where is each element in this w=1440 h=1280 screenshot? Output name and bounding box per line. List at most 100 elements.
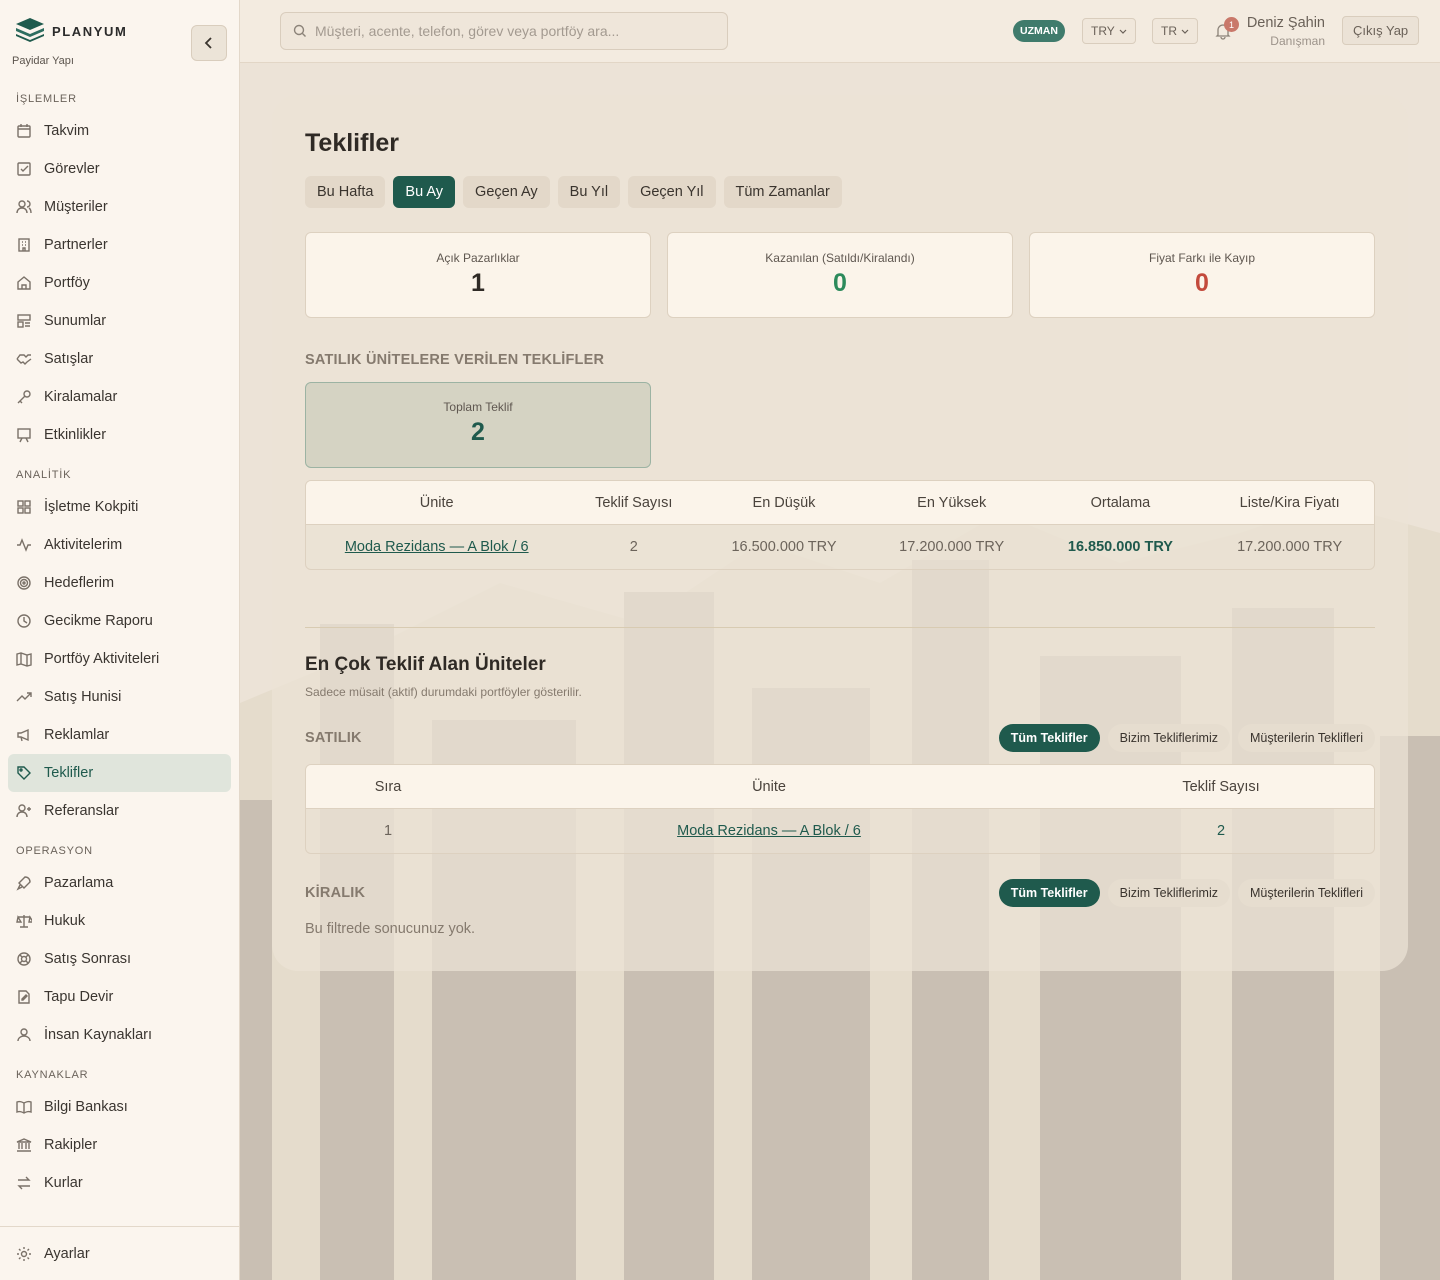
sidebar-item-sunumlar[interactable]: Sunumlar xyxy=(8,302,231,340)
chevron-down-icon xyxy=(1181,29,1189,34)
filter-customer-offers[interactable]: Müşterilerin Teklifleri xyxy=(1238,724,1375,752)
currency-select[interactable]: TRY xyxy=(1082,18,1136,44)
filter-customer-offers[interactable]: Müşterilerin Teklifleri xyxy=(1238,879,1375,907)
sidebar-item-label: Referanslar xyxy=(44,803,119,819)
role-badge: UZMAN xyxy=(1013,20,1065,42)
building-icon xyxy=(16,237,32,253)
sidebar-item-reklamlar[interactable]: Reklamlar xyxy=(8,716,231,754)
sidebar-item-label: Partnerler xyxy=(44,237,108,253)
sidebar-item-satis-sonrasi[interactable]: Satış Sonrası xyxy=(8,940,231,978)
sidebar-collapse-button[interactable] xyxy=(191,25,227,61)
filter-all-offers[interactable]: Tüm Teklifler xyxy=(998,724,1100,752)
sidebar-item-takvim[interactable]: Takvim xyxy=(8,112,231,150)
sidebar-footer: Ayarlar xyxy=(0,1226,239,1280)
top-units-title: En Çok Teklif Alan Üniteler xyxy=(305,654,546,675)
tab-tum-zamanlar[interactable]: Tüm Zamanlar xyxy=(723,176,842,208)
sidebar-item-label: Pazarlama xyxy=(44,875,114,891)
filter-our-offers[interactable]: Bizim Tekliflerimiz xyxy=(1107,879,1230,907)
trending-up-icon xyxy=(16,689,32,705)
notification-count: 1 xyxy=(1224,17,1239,32)
sidebar-item-label: Sunumlar xyxy=(44,313,107,329)
sidebar-item-satis-hunisi[interactable]: Satış Hunisi xyxy=(8,678,231,716)
sidebar-item-etkinlikler[interactable]: Etkinlikler xyxy=(8,416,231,454)
tab-bu-yil[interactable]: Bu Yıl xyxy=(557,176,621,208)
sale-filter-group: Tüm Teklifler Bizim Tekliflerimiz Müşter… xyxy=(998,724,1375,752)
sidebar-item-label: Kiralamalar xyxy=(44,389,118,405)
min-cell: 16.500.000 TRY xyxy=(700,525,868,569)
sidebar-item-hukuk[interactable]: Hukuk xyxy=(8,902,231,940)
rank-cell: 1 xyxy=(306,809,470,853)
sidebar-item-teklifler[interactable]: Teklifler xyxy=(8,754,231,792)
sidebar-item-label: Takvim xyxy=(44,123,90,139)
sidebar-item-tapu-devir[interactable]: Tapu Devir xyxy=(8,978,231,1016)
sidebar-item-musteriler[interactable]: Müşteriler xyxy=(8,188,231,226)
bank-icon xyxy=(16,1137,32,1153)
sidebar-item-bilgi-bankasi[interactable]: Bilgi Bankası xyxy=(8,1088,231,1126)
tab-bu-ay[interactable]: Bu Ay xyxy=(393,176,456,208)
column-header: Liste/Kira Fiyatı xyxy=(1205,481,1374,525)
column-header: Teklif Sayısı xyxy=(567,481,701,525)
sidebar: PLANYUM Payidar Yapı İŞLEMLER Takvim Gör… xyxy=(0,0,240,1280)
sidebar-item-gecikme-raporu[interactable]: Gecikme Raporu xyxy=(8,602,231,640)
count-cell: 2 xyxy=(567,525,701,569)
sidebar-item-label: Gecikme Raporu xyxy=(44,613,153,629)
user-role: Danışman xyxy=(1270,34,1325,48)
sidebar-item-label: Görevler xyxy=(44,161,100,177)
section-title-sale: SATILIK xyxy=(305,730,362,746)
sidebar-item-pazarlama[interactable]: Pazarlama xyxy=(8,864,231,902)
rent-filter-group: Tüm Teklifler Bizim Tekliflerimiz Müşter… xyxy=(998,879,1375,907)
scale-icon xyxy=(16,913,32,929)
presentation-icon xyxy=(16,427,32,443)
unit-link[interactable]: Moda Rezidans — A Blok / 6 xyxy=(677,823,861,839)
document-edit-icon xyxy=(16,989,32,1005)
user-name: Deniz Şahin xyxy=(1246,15,1325,31)
sidebar-item-portfoy[interactable]: Portföy xyxy=(8,264,231,302)
unit-cell: Moda Rezidans — A Blok / 6 xyxy=(306,525,568,569)
sidebar-item-label: Hedeflerim xyxy=(44,575,115,591)
search-box xyxy=(280,12,728,50)
sidebar-item-referanslar[interactable]: Referanslar xyxy=(8,792,231,830)
sidebar-item-label: Kurlar xyxy=(44,1175,83,1191)
sidebar-item-satislar[interactable]: Satışlar xyxy=(8,340,231,378)
tab-gecen-ay[interactable]: Geçen Ay xyxy=(463,176,550,208)
megaphone-icon xyxy=(16,727,32,743)
checkbox-icon xyxy=(16,161,32,177)
brand-name: PLANYUM xyxy=(52,24,128,39)
handshake-icon xyxy=(16,351,32,367)
sidebar-item-insan-kaynaklari[interactable]: İnsan Kaynakları xyxy=(8,1016,231,1054)
currency-value: TRY xyxy=(1091,24,1115,38)
stat-value: 0 xyxy=(1195,269,1209,297)
user-icon xyxy=(16,1027,32,1043)
brand[interactable]: PLANYUM xyxy=(14,16,127,47)
sidebar-item-label: Portföy Aktiviteleri xyxy=(44,651,160,667)
sidebar-item-aktivitelerim[interactable]: Aktivitelerim xyxy=(8,526,231,564)
stat-label: Kazanılan (Satıldı/Kiralandı) xyxy=(765,251,915,265)
sidebar-item-label: Aktivitelerim xyxy=(44,537,123,553)
sidebar-item-gorevler[interactable]: Görevler xyxy=(8,150,231,188)
sidebar-item-label: Reklamlar xyxy=(44,727,110,743)
sidebar-item-partnerler[interactable]: Partnerler xyxy=(8,226,231,264)
language-select[interactable]: TR xyxy=(1152,18,1198,44)
unit-link[interactable]: Moda Rezidans — A Blok / 6 xyxy=(345,539,529,555)
sidebar-item-label: Satış Sonrası xyxy=(44,951,132,967)
sidebar-item-label: Satış Hunisi xyxy=(44,689,122,705)
search-input[interactable] xyxy=(315,23,715,39)
sidebar-item-rakipler[interactable]: Rakipler xyxy=(8,1126,231,1164)
notifications-button[interactable]: 1 xyxy=(1214,17,1239,40)
tab-bu-hafta[interactable]: Bu Hafta xyxy=(305,176,386,208)
sidebar-item-hedeflerim[interactable]: Hedeflerim xyxy=(8,564,231,602)
filter-all-offers[interactable]: Tüm Teklifler xyxy=(998,879,1100,907)
sidebar-item-isletme-kokpiti[interactable]: İşletme Kokpiti xyxy=(8,488,231,526)
logout-button[interactable]: Çıkış Yap xyxy=(1342,16,1420,45)
table-header-row: Sıra Ünite Teklif Sayısı xyxy=(306,765,1374,809)
top-sale-units-table: Sıra Ünite Teklif Sayısı 1 Moda Rezidans… xyxy=(305,764,1375,854)
tab-gecen-yil[interactable]: Geçen Yıl xyxy=(628,176,716,208)
target-icon xyxy=(16,575,32,591)
sidebar-item-ayarlar[interactable]: Ayarlar xyxy=(8,1235,231,1273)
sidebar-item-label: İnsan Kaynakları xyxy=(44,1027,153,1043)
sidebar-item-portfoy-aktiviteleri[interactable]: Portföy Aktiviteleri xyxy=(8,640,231,678)
key-icon xyxy=(16,389,32,405)
sidebar-item-kurlar[interactable]: Kurlar xyxy=(8,1164,231,1202)
sidebar-item-kiralamalar[interactable]: Kiralamalar xyxy=(8,378,231,416)
filter-our-offers[interactable]: Bizim Tekliflerimiz xyxy=(1107,724,1230,752)
